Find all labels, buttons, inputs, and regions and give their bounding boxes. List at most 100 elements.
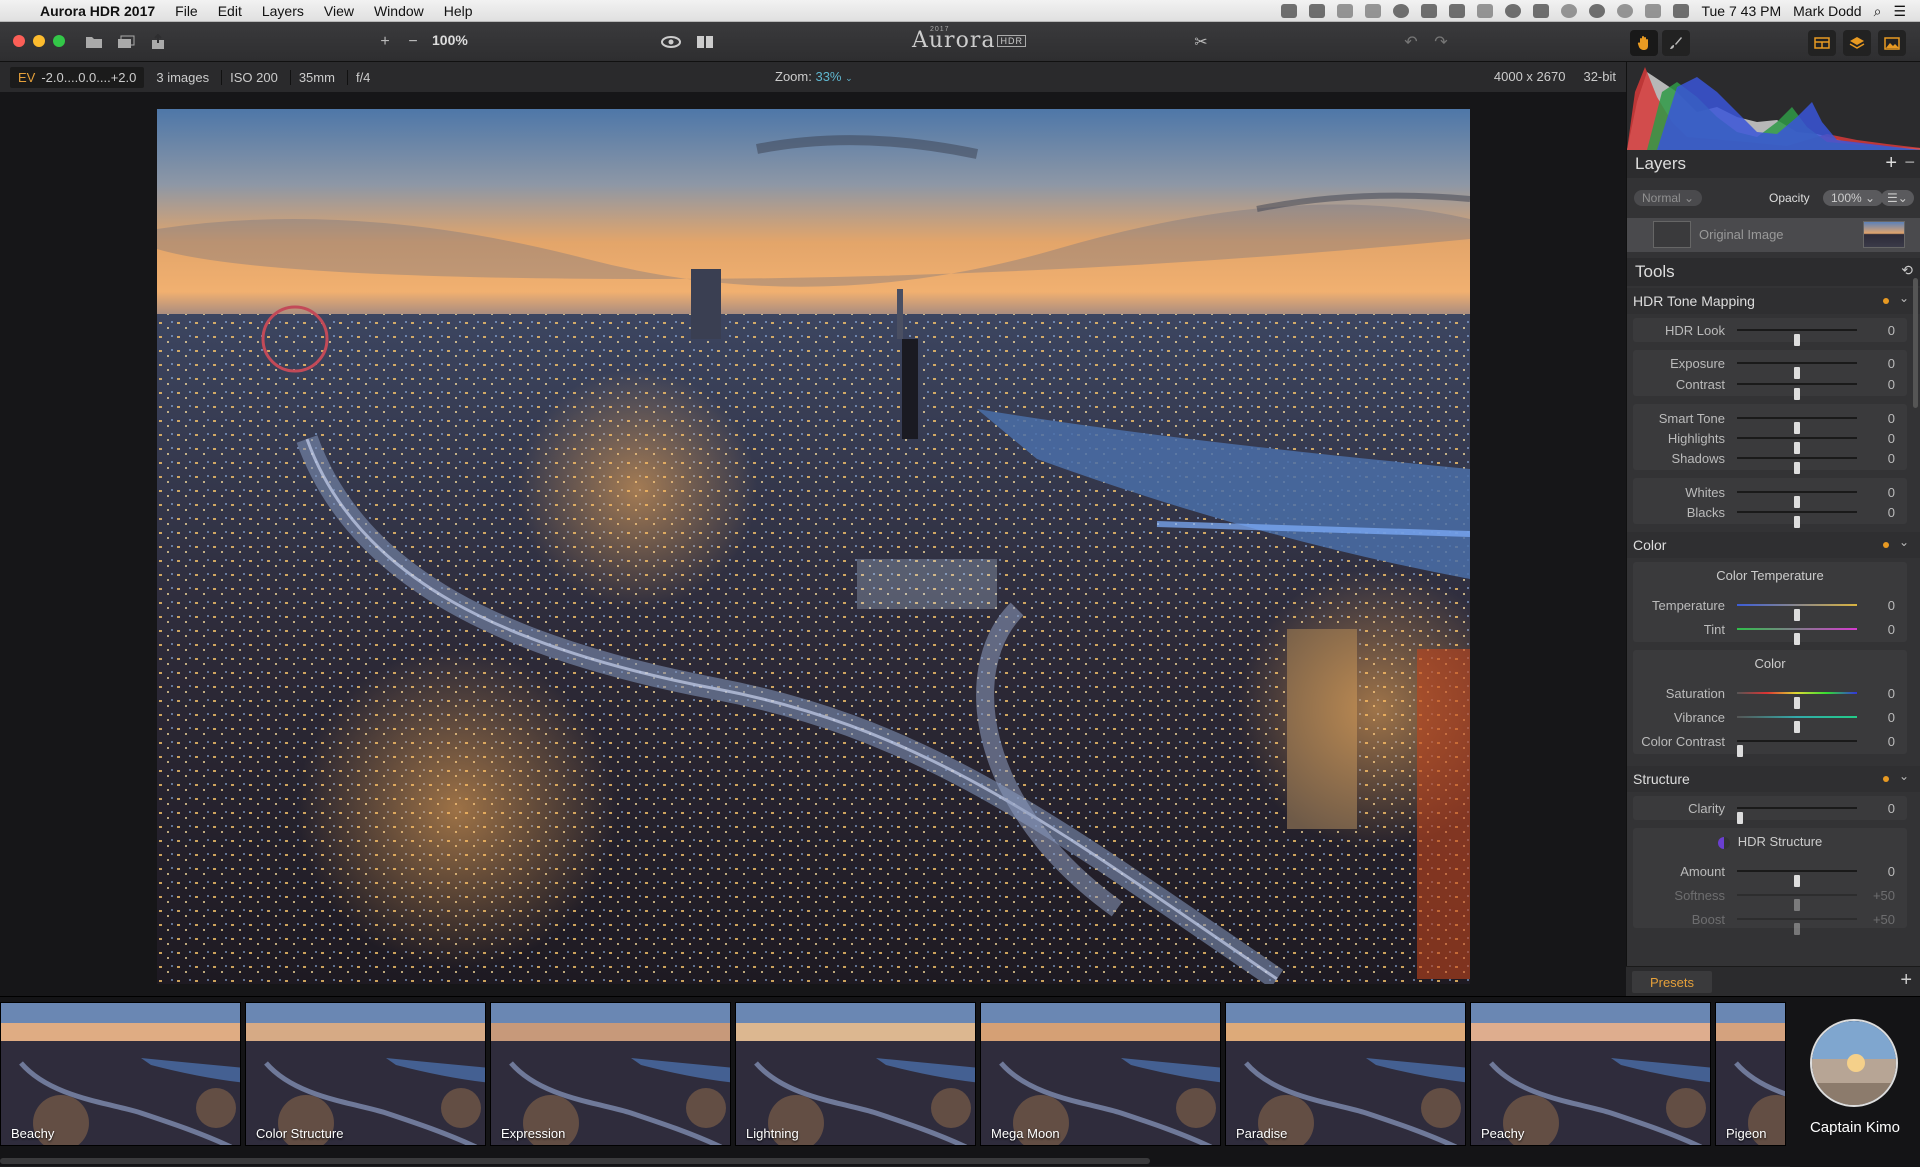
spotlight-search-icon[interactable]: ⌕ <box>1874 3 1882 20</box>
blend-mode-select[interactable]: Normal ⌄ <box>1634 190 1703 206</box>
slider-track[interactable] <box>1737 383 1857 400</box>
amount-slider[interactable]: Amount 0 <box>1633 860 1907 887</box>
zoom-out-icon[interactable]: − <box>402 30 424 54</box>
contrast-slider[interactable]: Contrast 0 <box>1633 373 1907 400</box>
slider-track[interactable] <box>1737 457 1857 474</box>
menu-help[interactable]: Help <box>444 3 473 19</box>
menu-file[interactable]: File <box>175 3 198 19</box>
zoom-control[interactable]: Zoom: 33% ⌄ <box>775 69 853 84</box>
menu-view[interactable]: View <box>324 3 354 19</box>
spotify-icon[interactable] <box>1505 4 1522 18</box>
user-name[interactable]: Mark Dodd <box>1793 3 1861 19</box>
slider-knob[interactable] <box>1794 923 1800 935</box>
slider-value[interactable]: +50 <box>1873 912 1895 927</box>
vibrance-slider[interactable]: Vibrance 0 <box>1633 706 1907 733</box>
slider-value[interactable]: +50 <box>1873 888 1895 903</box>
hdr-active-dot[interactable] <box>1883 298 1889 304</box>
batch-icon[interactable] <box>114 30 138 54</box>
remove-layer-icon[interactable]: − <box>1904 152 1915 173</box>
blacks-slider[interactable]: Blacks 0 <box>1633 501 1907 528</box>
menu-edit[interactable]: Edit <box>218 3 242 19</box>
slider-value[interactable]: 0 <box>1888 710 1895 725</box>
menu-layers[interactable]: Layers <box>262 3 304 19</box>
preview-eye-icon[interactable] <box>658 30 684 54</box>
slider-track[interactable] <box>1737 716 1857 733</box>
panel-scrollbar[interactable] <box>1913 278 1918 408</box>
slider-value[interactable]: 0 <box>1888 734 1895 749</box>
slider-track[interactable] <box>1737 692 1857 709</box>
structure-toggle-icon[interactable] <box>1717 836 1730 849</box>
time-machine-icon[interactable] <box>1589 4 1606 18</box>
layer-mask-thumb[interactable] <box>1653 221 1691 248</box>
slider-value[interactable]: 0 <box>1888 485 1895 500</box>
slider-track[interactable] <box>1737 437 1857 454</box>
brush-tool-icon[interactable] <box>1662 30 1690 56</box>
slider-track[interactable] <box>1737 417 1857 434</box>
slider-track[interactable] <box>1737 628 1857 645</box>
compare-split-icon[interactable] <box>692 30 718 54</box>
structure-header[interactable]: Structure ⌄ <box>1627 766 1920 792</box>
slider-value[interactable]: 0 <box>1888 864 1895 879</box>
filmstrip-scrollbar[interactable] <box>0 1158 1150 1164</box>
b-icon[interactable] <box>1337 4 1354 18</box>
layer-menu-icon[interactable]: ☰⌄ <box>1881 190 1914 206</box>
zoom-chevron-down-icon[interactable]: ⌄ <box>845 73 853 83</box>
dropbox-icon[interactable] <box>1281 4 1298 18</box>
drive-icon[interactable] <box>1309 4 1326 18</box>
slider-value[interactable]: 0 <box>1888 622 1895 637</box>
reset-tools-icon[interactable]: ⟲ <box>1901 262 1913 279</box>
preset-thumb[interactable]: Pigeon <box>1715 1002 1786 1146</box>
whites-slider[interactable]: Whites 0 <box>1633 481 1907 508</box>
slider-value[interactable]: 0 <box>1888 505 1895 520</box>
crop-scissors-icon[interactable]: ✂ <box>1188 30 1214 54</box>
preset-thumb[interactable]: Peachy <box>1470 1002 1711 1146</box>
info-icon[interactable] <box>1393 4 1410 18</box>
slider-knob[interactable] <box>1794 633 1800 645</box>
slider-track[interactable] <box>1737 329 1857 346</box>
cloud-icon[interactable] <box>1421 4 1438 18</box>
wifi-icon[interactable] <box>1561 4 1578 18</box>
slider-knob[interactable] <box>1737 745 1743 757</box>
cloud-sync-icon[interactable] <box>1449 4 1466 18</box>
exposure-slider[interactable]: Exposure 0 <box>1633 352 1907 379</box>
clock-icon[interactable] <box>1617 4 1634 18</box>
preset-thumb[interactable]: Paradise <box>1225 1002 1466 1146</box>
menu-window[interactable]: Window <box>374 3 424 19</box>
app-menu[interactable]: Aurora HDR 2017 <box>40 3 155 19</box>
preset-thumb[interactable]: Beachy <box>0 1002 241 1146</box>
hdr-look-slider[interactable]: HDR Look 0 <box>1633 319 1907 346</box>
slider-value[interactable]: 0 <box>1888 801 1895 816</box>
clock-text[interactable]: Tue 7 43 PM <box>1701 3 1781 19</box>
slider-value[interactable]: 0 <box>1888 323 1895 338</box>
clarity-slider[interactable]: Clarity 0 <box>1633 797 1907 824</box>
add-preset-icon[interactable]: + <box>1900 969 1912 992</box>
color-header[interactable]: Color ⌄ <box>1627 532 1920 558</box>
slider-track[interactable] <box>1737 511 1857 528</box>
layer-name[interactable]: Original Image <box>1699 227 1784 242</box>
layer-row[interactable]: Original Image <box>1627 218 1920 252</box>
slider-track[interactable] <box>1737 807 1857 824</box>
zoom-value[interactable]: 33% <box>815 69 841 84</box>
structure-chevron-down-icon[interactable]: ⌄ <box>1899 769 1909 783</box>
slider-knob[interactable] <box>1794 516 1800 528</box>
color-contrast-slider[interactable]: Color Contrast 0 <box>1633 730 1907 757</box>
slider-value[interactable]: 0 <box>1888 377 1895 392</box>
bluetooth-icon[interactable] <box>1645 4 1662 18</box>
image-canvas[interactable] <box>0 92 1626 996</box>
author-avatar[interactable] <box>1810 1019 1898 1107</box>
smart-tone-slider[interactable]: Smart Tone 0 <box>1633 407 1907 434</box>
opacity-select[interactable]: 100% ⌄ <box>1823 190 1884 206</box>
slider-track[interactable] <box>1737 491 1857 508</box>
slider-knob[interactable] <box>1794 334 1800 346</box>
highlights-slider[interactable]: Highlights 0 <box>1633 427 1907 454</box>
slider-value[interactable]: 0 <box>1888 686 1895 701</box>
image-panel-icon[interactable] <box>1878 30 1906 56</box>
slider-knob[interactable] <box>1737 812 1743 824</box>
layers-panel-icon[interactable] <box>1843 30 1871 56</box>
display-icon[interactable] <box>1533 4 1550 18</box>
slider-value[interactable]: 0 <box>1888 451 1895 466</box>
temperature-slider[interactable]: Temperature 0 <box>1633 594 1907 621</box>
redo-icon[interactable]: ↷ <box>1428 30 1454 54</box>
slider-track[interactable] <box>1737 894 1857 911</box>
slider-track[interactable] <box>1737 870 1857 887</box>
